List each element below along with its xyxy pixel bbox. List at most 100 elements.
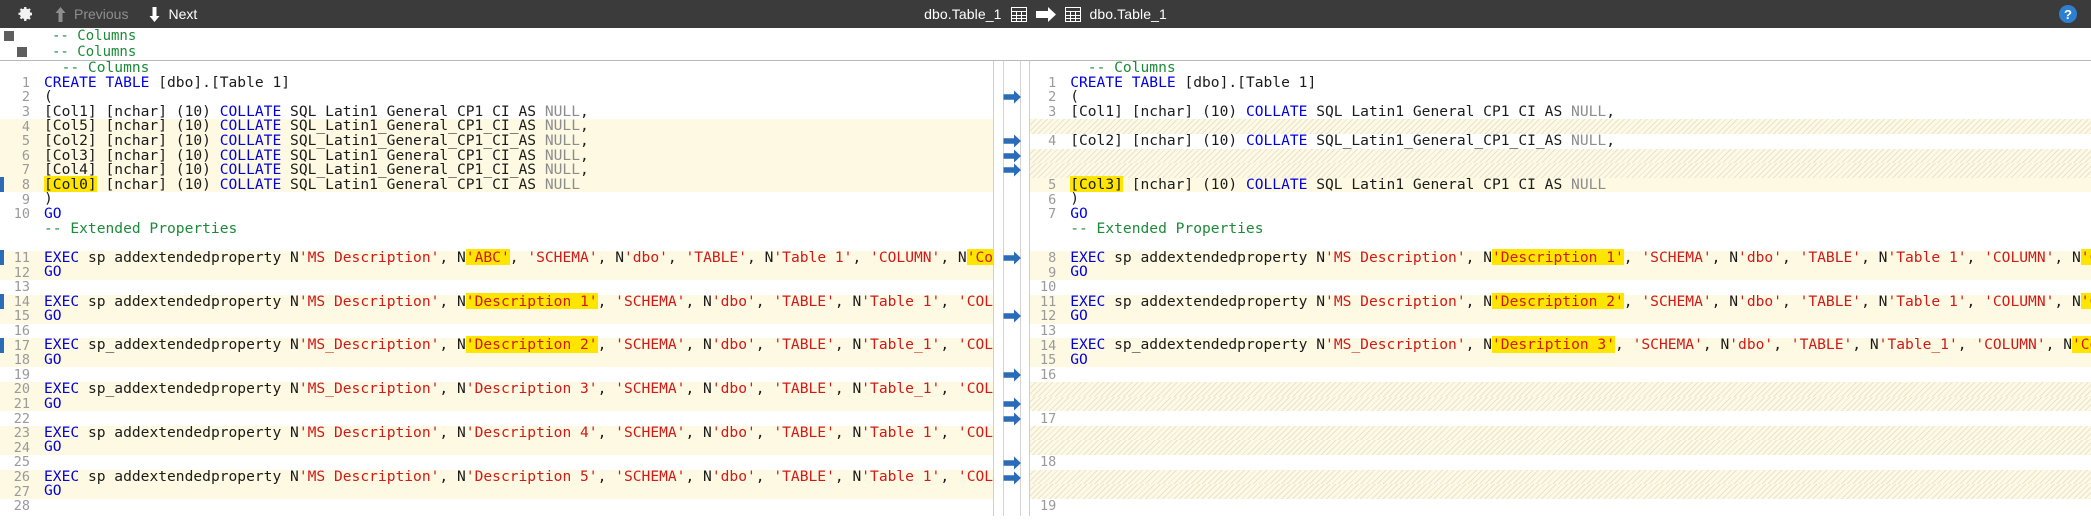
copy-change-arrow-list[interactable] [994,61,1029,516]
code-line[interactable] [1030,425,2091,441]
line-number: 24 [13,439,30,456]
code-line[interactable]: 17 [1030,411,2091,427]
code-line[interactable]: 9) [0,192,994,208]
settings-button[interactable] [6,1,46,27]
copy-change-arrow[interactable] [1003,251,1022,265]
code-line[interactable]: 15 GO [0,307,994,325]
code-line[interactable]: 3 [Col1] [nchar] (10) COLLATE SQL_Latin1_… [1030,104,2091,120]
code-line[interactable]: 18 GO [0,352,994,368]
code-line[interactable]: 17 EXEC sp_addextendedproperty N'MS_Descr… [0,336,994,354]
code-token: , [1711,292,1730,310]
code-token: 'SCHEMA' [1641,248,1712,266]
code-line[interactable]: 12 GO [0,265,994,281]
code-line[interactable]: 5 [Col3] [nchar] (10) COLLATE SQL_Latin1_… [1030,175,2091,193]
code-line[interactable]: 21 GO [0,396,994,412]
code-token: COLLATE [1245,131,1308,149]
copy-change-arrow[interactable] [1003,149,1022,163]
code-line[interactable]: 27 GO [0,483,994,500]
code-line[interactable]: -- Extended Properties [0,221,994,237]
code-line[interactable]: 1 CREATE TABLE [dbo].[Table_1] [0,75,994,91]
collapse-box-icon[interactable] [4,31,14,41]
line-number: 10 [1039,279,1057,296]
code-line[interactable] [1030,469,2091,485]
code-line[interactable] [1030,148,2091,164]
code-line[interactable]: 1 CREATE TABLE [dbo].[Table_1] [1030,75,2091,91]
code-line[interactable]: 4 [Col2] [nchar] (10) COLLATE SQL_Latin1_… [1030,131,2091,149]
code-token: N [290,336,299,354]
code-line[interactable]: 14 EXEC sp_addextendedproperty N'MS_Descr… [0,292,994,310]
copy-change-arrow[interactable] [1003,309,1022,323]
code-line[interactable]: 15 GO [1030,352,2091,368]
line-number: 11 [0,250,36,267]
code-line[interactable] [1030,440,2091,456]
code-line[interactable]: 19 [1030,498,2091,514]
code-token: GO [1070,307,1088,325]
code-line[interactable]: 11 EXEC sp_addextendedproperty N'MS_Descr… [1030,292,2091,310]
code-token: N [457,248,466,266]
code-line[interactable] [1030,396,2091,412]
code-line[interactable]: 16 [1030,366,2091,383]
code-line[interactable]: 14 EXEC sp_addextendedproperty N'MS_Descr… [1030,336,2091,354]
help-circle-icon[interactable]: ? [2059,5,2077,23]
line-number: 15 [13,308,30,325]
code-token: 'TABLE' [773,380,835,398]
arrow-right-icon [1003,134,1022,148]
previous-button[interactable]: Previous [46,3,140,25]
code-token: , [439,423,457,441]
code-token: , [685,292,704,310]
code-token: [nchar] (10) [96,175,220,193]
code-line[interactable]: 8 EXEC sp_addextendedproperty N'MS_Descri… [1030,248,2091,266]
code-token: , [597,380,616,398]
code-token: , [940,380,958,398]
source-pane[interactable]: -- Columns 1 CREATE TABLE [dbo].[Table_1] 2… [0,61,995,516]
code-token: GO [44,307,62,325]
copy-change-arrow[interactable] [1003,368,1022,382]
code-token: COLLATE [1245,175,1308,193]
code-token: NULL [544,175,580,193]
copy-change-arrow[interactable] [1003,412,1022,426]
arrow-right-icon [1035,6,1056,22]
code-token: , [1966,248,1985,266]
code-token: , [1781,292,1800,310]
code-line[interactable]: 11 EXEC sp_addextendedproperty N'MS_Descr… [0,248,994,267]
code-line[interactable]: 26 EXEC sp_addextendedproperty N'MS_Descr… [0,467,994,485]
code-token: 'Table_1' [773,248,853,266]
code-line[interactable]: -- Extended Properties [1030,221,2091,237]
code-line[interactable]: 9 GO [1030,265,2091,281]
code-line[interactable]: 28 [0,498,994,514]
code-line[interactable]: 8 [Col0] [nchar] (10) COLLATE SQL_Latin1_… [0,175,994,194]
outline-row[interactable]: -- Columns [0,28,2091,44]
code-token: N [290,248,299,266]
code-token: , [439,292,457,310]
code-token: 'SCHEMA' [1641,292,1712,310]
source-code-rows[interactable]: -- Columns 1 CREATE TABLE [dbo].[Table_1] 2… [0,61,994,514]
outline-row[interactable]: -- Columns [0,44,2091,60]
code-line[interactable] [1030,382,2091,397]
line-number: 16 [1039,366,1057,383]
copy-change-arrow[interactable] [1003,456,1022,470]
code-line[interactable] [1030,484,2091,499]
copy-change-arrow[interactable] [1003,134,1022,148]
code-line[interactable]: 6) [1030,192,2091,208]
copy-change-arrow[interactable] [1003,471,1022,485]
code-token: sp_addextendedproperty [1105,336,1317,354]
collapse-box-icon[interactable] [17,47,27,57]
copy-change-arrow[interactable] [1003,163,1022,177]
code-line[interactable]: 23 EXEC sp_addextendedproperty N'MS_Descr… [0,423,994,441]
inline-diff-highlight: 'Col2' [2080,292,2091,310]
code-line[interactable]: 12 GO [1030,307,2091,325]
code-token: , [439,248,457,266]
code-text: -- Extended Properties [1062,221,1263,237]
code-line[interactable]: 24 GO [0,439,994,456]
copy-change-arrow[interactable] [1003,90,1022,104]
code-line[interactable]: 20 EXEC sp_addextendedproperty N'MS_Descr… [0,380,994,398]
code-token: N [957,248,967,266]
line-number: 26 [13,468,30,485]
code-token: , [834,467,853,485]
target-code-rows[interactable]: -- Columns 1 CREATE TABLE [dbo].[Table_1] 2… [1030,61,2091,516]
next-button[interactable]: Next [140,3,209,25]
code-line[interactable]: 18 [1030,454,2091,470]
copy-change-arrow[interactable] [1003,397,1022,411]
code-line[interactable] [1030,513,2091,516]
target-pane[interactable]: -- Columns 1 CREATE TABLE [dbo].[Table_1] 2… [1030,61,2091,516]
